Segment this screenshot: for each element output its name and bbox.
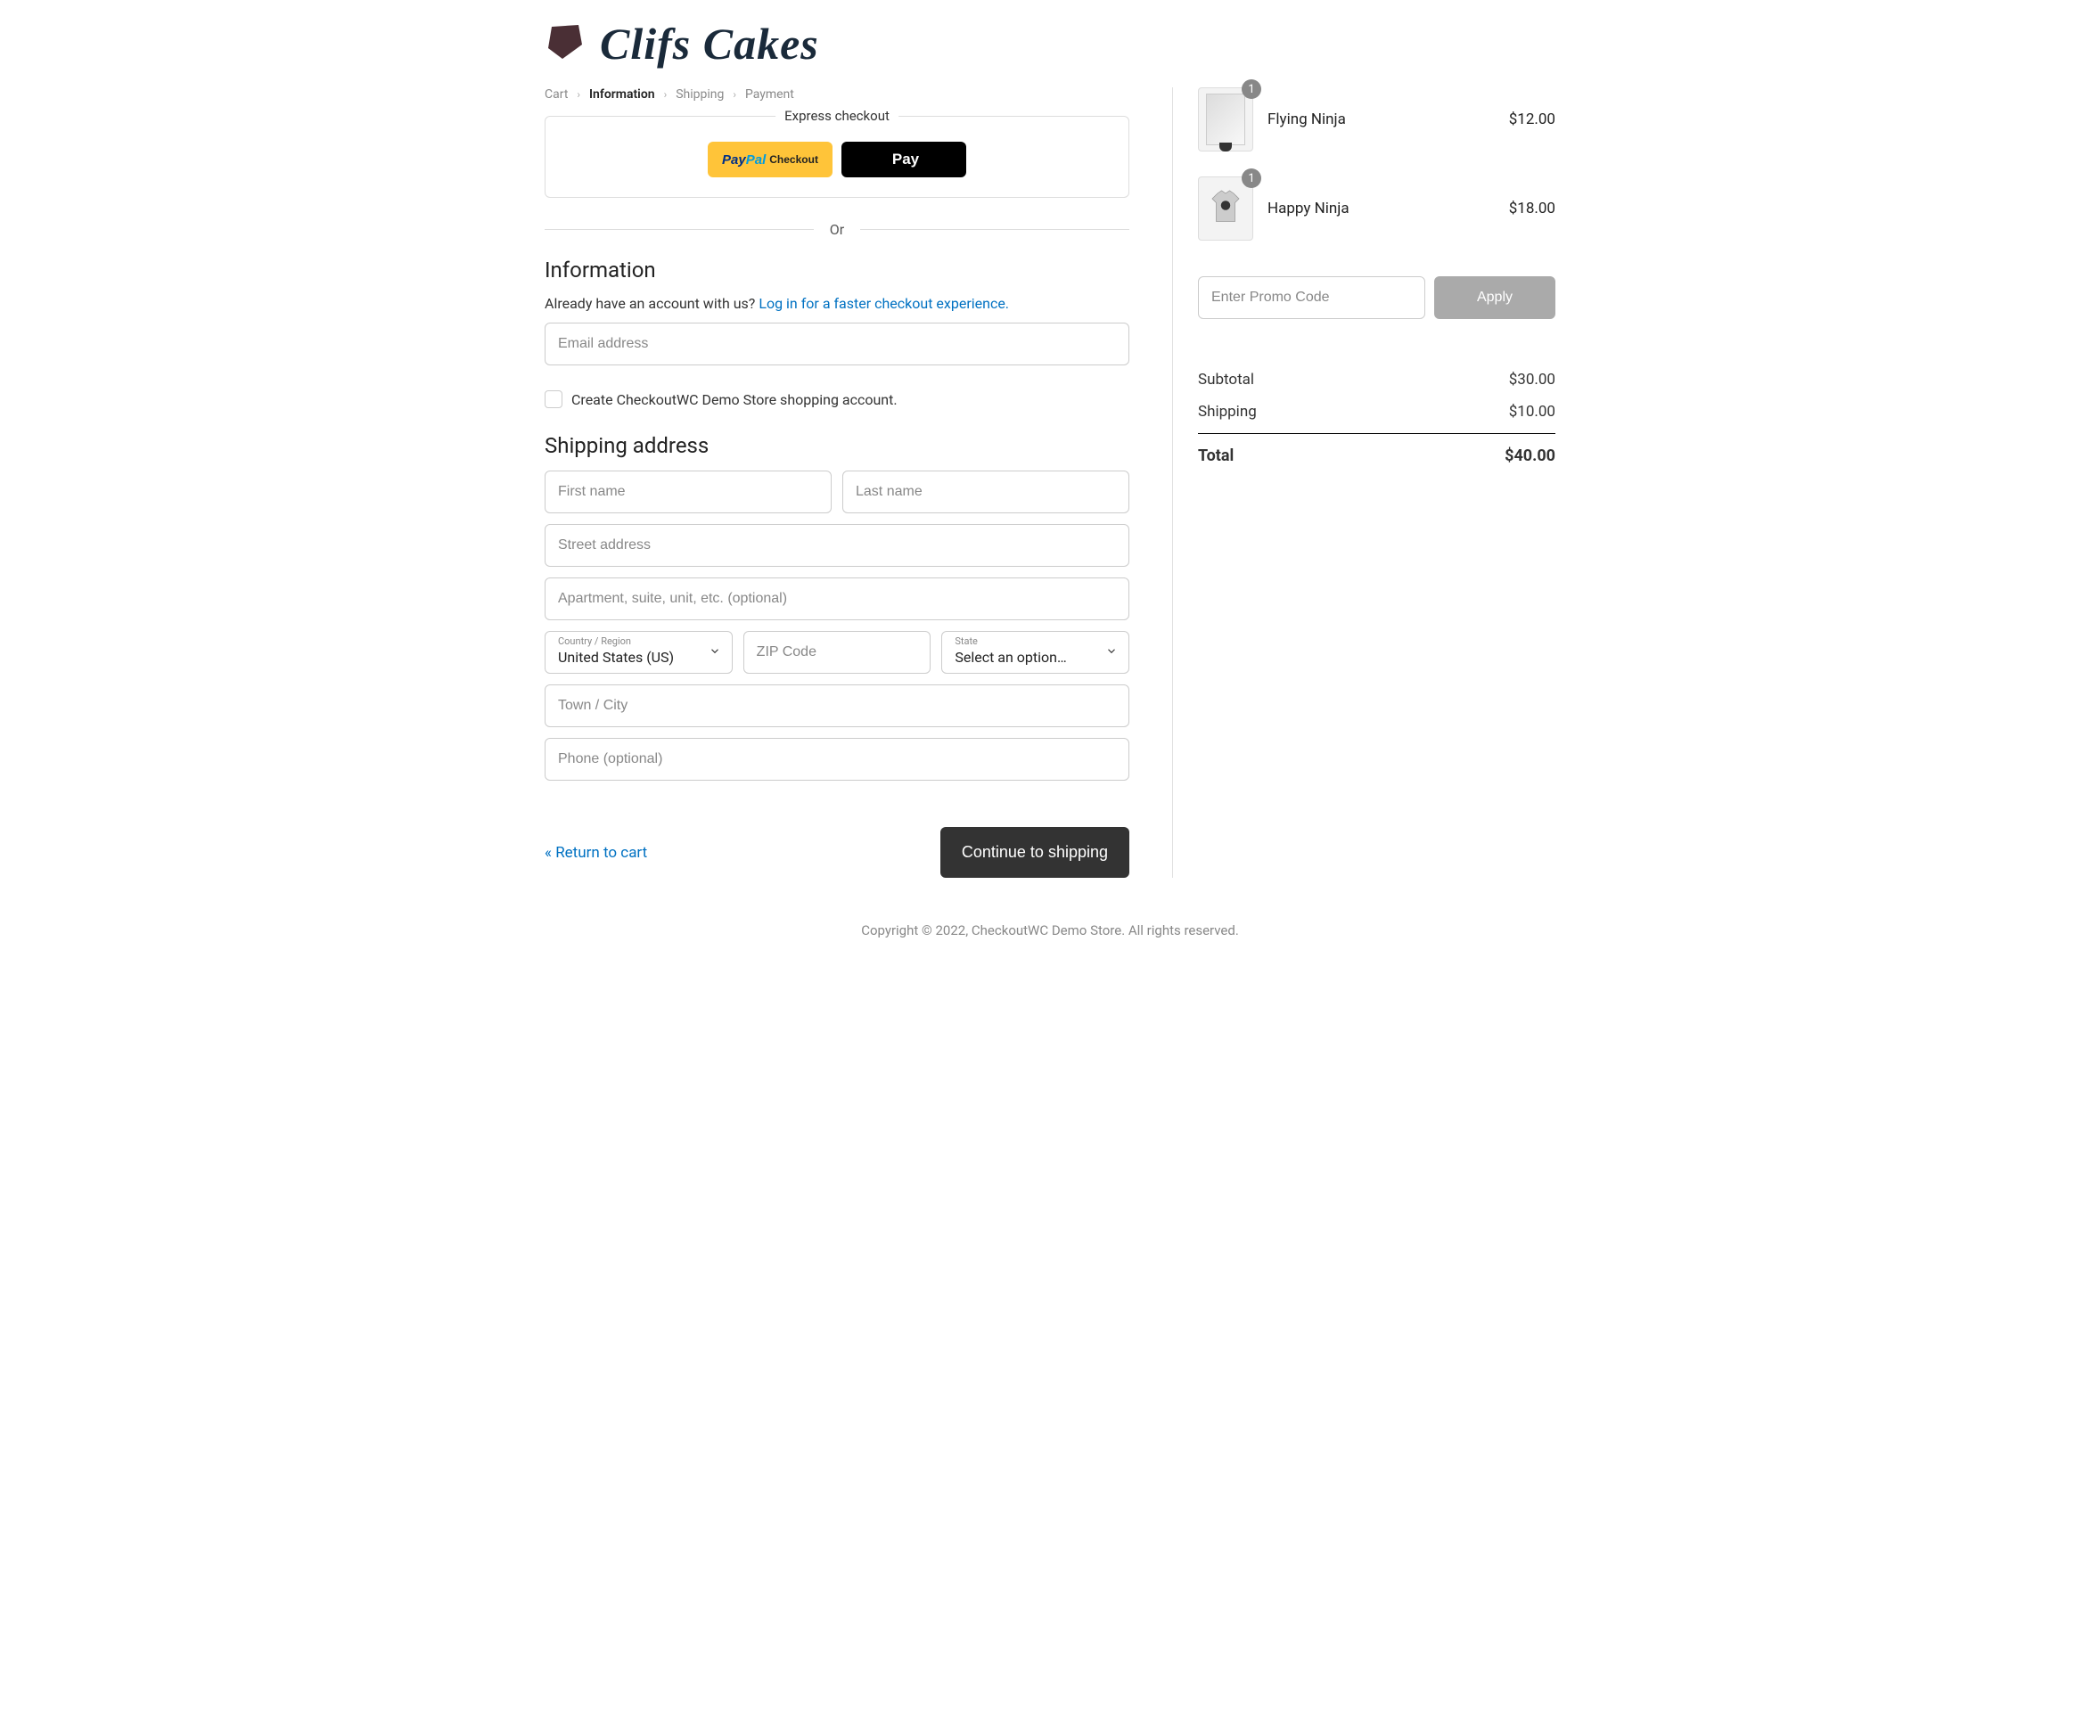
- email-field[interactable]: [545, 323, 1129, 365]
- last-name-field[interactable]: [842, 471, 1129, 513]
- cart-item: 1 Happy Ninja $18.00: [1198, 176, 1555, 241]
- promo-code-field[interactable]: [1198, 276, 1425, 319]
- apartment-field[interactable]: [545, 577, 1129, 620]
- subtotal-label: Subtotal: [1198, 371, 1254, 389]
- create-account-checkbox[interactable]: [545, 390, 562, 408]
- create-account-label: Create CheckoutWC Demo Store shopping ac…: [571, 391, 898, 408]
- chevron-right-icon: ›: [577, 88, 580, 101]
- country-select[interactable]: Country / Region United States (US): [545, 631, 733, 674]
- return-to-cart-link[interactable]: « Return to cart: [545, 844, 647, 862]
- chevron-down-icon: [1105, 644, 1118, 661]
- product-price: $12.00: [1509, 111, 1555, 128]
- phone-field[interactable]: [545, 738, 1129, 781]
- quantity-badge: 1: [1242, 168, 1261, 188]
- express-checkout-box: Express checkout PayPal Checkout Pay: [545, 116, 1129, 198]
- breadcrumb-cart[interactable]: Cart: [545, 87, 568, 102]
- subtotal-value: $30.00: [1509, 371, 1555, 389]
- paypal-button[interactable]: PayPal Checkout: [708, 142, 833, 177]
- express-checkout-label: Express checkout: [775, 108, 898, 124]
- quantity-badge: 1: [1242, 79, 1261, 99]
- product-thumbnail: 1: [1198, 87, 1253, 151]
- zip-field[interactable]: [743, 631, 931, 674]
- brand-name: Clifs Cakes: [600, 18, 819, 70]
- or-divider: Or: [545, 221, 1129, 238]
- total-value: $40.00: [1505, 446, 1555, 465]
- product-thumbnail: 1: [1198, 176, 1253, 241]
- header: Clifs Cakes: [545, 18, 1555, 70]
- first-name-field[interactable]: [545, 471, 832, 513]
- state-select[interactable]: State Select an option…: [941, 631, 1129, 674]
- chevron-right-icon: ›: [733, 88, 736, 101]
- apply-promo-button[interactable]: Apply: [1434, 276, 1555, 319]
- chevron-down-icon: [709, 644, 721, 661]
- product-name: Flying Ninja: [1267, 111, 1495, 128]
- chevron-right-icon: ›: [664, 88, 668, 101]
- footer-copyright: Copyright © 2022, CheckoutWC Demo Store.…: [545, 922, 1555, 938]
- shipping-label: Shipping: [1198, 403, 1257, 421]
- login-link[interactable]: Log in for a faster checkout experience.: [759, 295, 1009, 312]
- login-prompt: Already have an account with us? Log in …: [545, 295, 1129, 312]
- breadcrumb-payment: Payment: [745, 87, 794, 102]
- apple-pay-button[interactable]: Pay: [841, 142, 966, 177]
- street-address-field[interactable]: [545, 524, 1129, 567]
- breadcrumbs: Cart › Information › Shipping › Payment: [545, 87, 1129, 102]
- breadcrumb-shipping: Shipping: [676, 87, 724, 102]
- cart-item: 1 Flying Ninja $12.00: [1198, 87, 1555, 151]
- logo-icon: [545, 23, 586, 64]
- city-field[interactable]: [545, 684, 1129, 727]
- shipping-heading: Shipping address: [545, 433, 1129, 458]
- product-price: $18.00: [1509, 200, 1555, 217]
- shipping-value: $10.00: [1509, 403, 1555, 421]
- breadcrumb-information: Information: [589, 87, 655, 102]
- product-name: Happy Ninja: [1267, 200, 1495, 217]
- continue-to-shipping-button[interactable]: Continue to shipping: [940, 827, 1129, 878]
- order-summary: 1 Flying Ninja $12.00 1 Happy Ninja $18.…: [1172, 87, 1555, 878]
- information-heading: Information: [545, 258, 1129, 283]
- total-label: Total: [1198, 446, 1234, 465]
